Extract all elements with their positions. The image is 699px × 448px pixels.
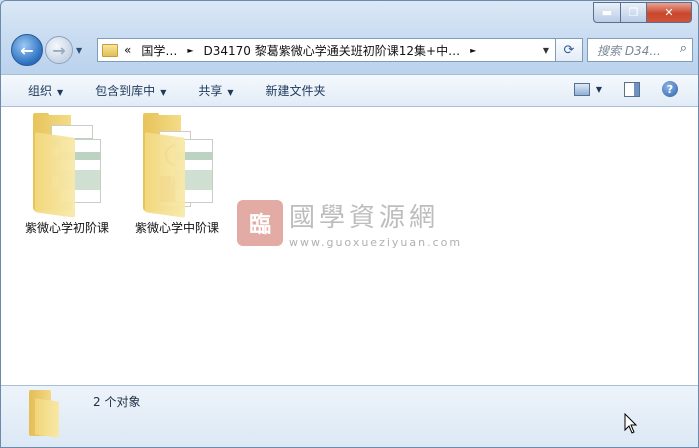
close-button[interactable]: ✕: [647, 2, 692, 23]
breadcrumb-item[interactable]: D34170 黎葛紫微心学通关班初阶课12集+中…: [204, 42, 461, 59]
details-pane: 2 个对象: [1, 385, 698, 447]
organize-label: 组织: [28, 84, 53, 98]
folder-name[interactable]: 紫微心学初阶课: [13, 219, 121, 236]
chevron-down-icon: ▼: [57, 88, 64, 97]
back-button[interactable]: ←: [11, 34, 43, 66]
folder-name[interactable]: 紫微心学中阶课: [123, 219, 231, 236]
navigation-buttons: ← → ▼: [11, 34, 82, 66]
toolbar-right: ▼ ?: [573, 81, 678, 97]
help-icon[interactable]: ?: [662, 81, 678, 97]
item-count: 2 个对象: [93, 395, 141, 409]
chevron-down-icon: ▼: [160, 88, 167, 97]
breadcrumb-item[interactable]: 国学…: [141, 42, 177, 59]
watermark-title: 國學資源網: [289, 203, 440, 233]
organize-button[interactable]: 组织 ▼: [28, 82, 63, 99]
breadcrumb-separator-icon[interactable]: ►: [470, 46, 476, 55]
address-bar[interactable]: « 国学… ► D34170 黎葛紫微心学通关班初阶课12集+中… ► ▼: [97, 38, 556, 62]
folder-item[interactable]: P4 紫微心学中阶课: [123, 107, 231, 236]
minimize-button[interactable]: ▬: [593, 2, 621, 23]
folder-icon: [29, 388, 63, 438]
watermark-logo: 臨: [237, 200, 283, 246]
change-view-icon[interactable]: [573, 82, 590, 96]
file-list[interactable]: 紫微心学初阶课 P4 紫微心学中阶课 臨 國學資源網 www.guoxueziy…: [1, 107, 698, 385]
chevron-down-icon: ▼: [227, 88, 234, 97]
explorer-window: ▬ ❐ ✕ ← → ▼ « 国学… ► D34170 黎葛紫微心学通关班初阶课1…: [0, 0, 699, 448]
breadcrumb-overflow[interactable]: «: [124, 43, 131, 57]
include-label: 包含到库中: [95, 84, 156, 98]
history-dropdown-icon[interactable]: ▼: [76, 46, 82, 55]
folder-icon: P4: [141, 113, 213, 218]
include-in-library-button[interactable]: 包含到库中 ▼: [95, 82, 166, 99]
address-dropdown-icon[interactable]: ▼: [543, 46, 549, 55]
watermark-url: www.guoxueziyuan.com: [289, 236, 463, 249]
refresh-button[interactable]: ⟳: [556, 38, 583, 62]
share-button[interactable]: 共享 ▼: [198, 82, 233, 99]
share-label: 共享: [198, 84, 223, 98]
preview-pane-icon[interactable]: [624, 81, 640, 97]
search-input[interactable]: 搜索 D34... ⌕: [587, 38, 693, 62]
maximize-button[interactable]: ❐: [621, 2, 647, 23]
watermark: 臨 國學資源網 www.guoxueziyuan.com: [237, 197, 462, 249]
folder-icon: [102, 43, 118, 57]
new-folder-button[interactable]: 新建文件夹: [266, 82, 326, 99]
breadcrumb-separator-icon[interactable]: ►: [187, 46, 193, 55]
watermark-text: 國學資源網 www.guoxueziyuan.com: [289, 197, 462, 249]
command-bar: 组织 ▼ 包含到库中 ▼ 共享 ▼ 新建文件夹 ▼ ?: [1, 74, 698, 107]
folder-item[interactable]: 紫微心学初阶课: [13, 107, 121, 236]
search-icon[interactable]: ⌕: [680, 41, 687, 56]
view-options-dropdown-icon[interactable]: ▼: [596, 85, 602, 94]
folder-icon: [31, 113, 103, 218]
search-placeholder: 搜索 D34...: [597, 43, 661, 58]
forward-button[interactable]: →: [45, 36, 73, 64]
window-controls: ▬ ❐ ✕: [593, 2, 692, 23]
new-folder-label: 新建文件夹: [265, 84, 326, 98]
